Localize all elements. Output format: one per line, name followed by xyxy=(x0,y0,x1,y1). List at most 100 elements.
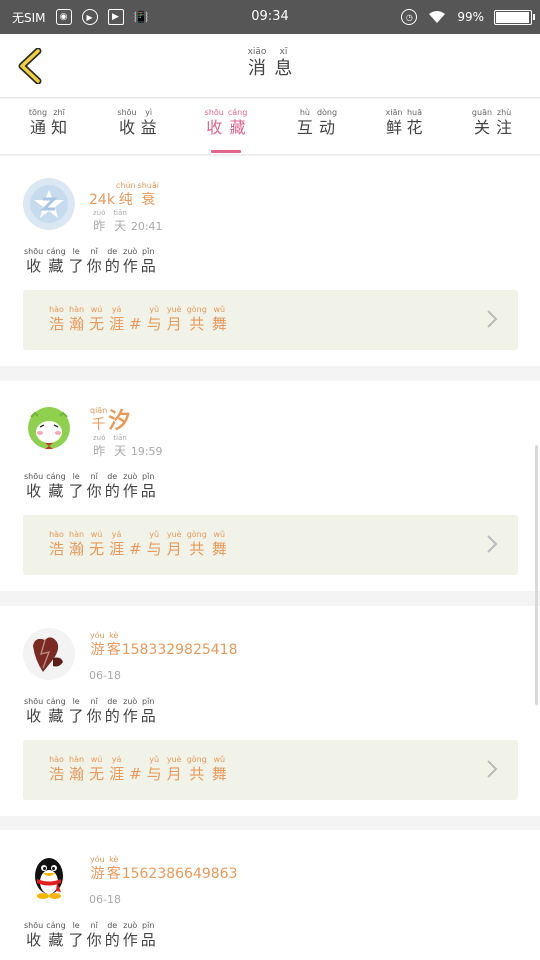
tab-word: tōng 通 xyxy=(29,107,47,138)
hanzi: 品 xyxy=(140,257,156,275)
pinyin: nǐ xyxy=(90,472,98,481)
tab-shoucang[interactable]: shōu 收 cáng 藏 xyxy=(196,107,256,153)
hanzi: 消 xyxy=(247,58,266,79)
work-link[interactable]: hào 浩 hàn 瀚 wú 无 yá 涯 # yǔ 与 yuè 月 gòng 共 wǔ 舞 xyxy=(23,515,518,575)
pinyin: yì xyxy=(145,108,153,117)
tab-hudong[interactable]: hù 互 dòng 动 xyxy=(287,107,347,153)
work-title-word: hàn 瀚 xyxy=(69,529,84,559)
hanzi: 瀚 xyxy=(69,315,85,333)
user-name-word: qiān 千 xyxy=(90,405,107,434)
hanzi: 昨 xyxy=(93,219,106,233)
work-title-word: wú 无 xyxy=(89,754,104,784)
hanzi: 衰 xyxy=(141,192,156,208)
pinyin: gòng xyxy=(186,530,207,539)
action-word: le 了 xyxy=(69,920,84,950)
pinyin: shōu xyxy=(24,921,44,930)
pinyin: le xyxy=(72,697,80,706)
hanzi: 天 xyxy=(114,219,127,233)
user-name-prefix: 24k xyxy=(89,192,115,208)
tab-bar: tōng 通 zhī 知 shōu 收 yì 益 shōu 收 cáng 藏 hù 互 dòng 动 xiān 鲜… xyxy=(0,99,540,155)
tab-xianhua[interactable]: xiān 鲜 huā 花 xyxy=(374,107,434,153)
user-name[interactable]: yóu 游 kè 客 15833298254​18 xyxy=(89,630,238,659)
pinyin: yuè xyxy=(166,530,182,539)
qzone-avatar[interactable] xyxy=(23,178,75,230)
pinyin: yǔ xyxy=(149,305,160,314)
work-title-word: hàn 瀚 xyxy=(69,754,84,784)
tab-word: zhù 注 xyxy=(496,107,512,138)
user-name[interactable]: qiān 千汐 xyxy=(89,405,130,434)
action-word: nǐ 你 xyxy=(87,471,102,501)
hanzi: 浩 xyxy=(49,315,65,333)
hanzi: # xyxy=(129,315,142,333)
work-link[interactable]: hào 浩 hàn 瀚 wú 无 yá 涯 # yǔ 与 yuè 月 gòng 共 wǔ 舞 xyxy=(23,290,518,350)
action-word: nǐ 你 xyxy=(87,920,102,950)
action-word: le 了 xyxy=(69,246,84,276)
hanzi: 游 xyxy=(90,642,105,658)
work-title-word: hào 浩 xyxy=(49,529,64,559)
tab-tongzhi[interactable]: tōng 通 zhī 知 xyxy=(18,107,78,153)
work-link[interactable]: hào 浩 hàn 瀚 wú 无 yá 涯 # yǔ 与 yuè 月 gòng 共 wǔ 舞 xyxy=(23,740,518,800)
hanzi: 月 xyxy=(166,315,182,333)
pinyin: zhù xyxy=(496,108,512,117)
pinyin: cáng xyxy=(46,697,66,706)
hanzi: 舞 xyxy=(211,765,227,783)
heart-photo-avatar[interactable] xyxy=(23,628,75,680)
hanzi: 涯 xyxy=(109,540,125,558)
pinyin: chún xyxy=(115,181,136,190)
action-word: pǐn 品 xyxy=(141,246,156,276)
hanzi: 共 xyxy=(189,765,205,783)
pinyin: yǔ xyxy=(149,755,160,764)
hanzi: 收 xyxy=(118,118,135,137)
green-cartoon-avatar[interactable] xyxy=(23,403,75,455)
tab-word: huā 花 xyxy=(406,107,422,138)
user-name-suffix: 15623866​49863 xyxy=(121,866,238,882)
tab-guanzhu[interactable]: guān 关 zhù 注 xyxy=(462,107,522,153)
hanzi: 天 xyxy=(114,444,127,458)
pinyin: wú xyxy=(90,755,103,764)
notification-card: qiān 千汐 zuó 昨 tiān 天 19:59 shōu 收 cáng 藏 le 了 nǐ 你 de 的… xyxy=(0,381,540,591)
work-title-word: gòng 共 xyxy=(187,754,207,784)
hanzi: 关 xyxy=(473,118,490,137)
user-name-suffix: 15833298254​18 xyxy=(121,642,238,658)
status-right: ◷ 99% xyxy=(401,0,535,34)
pinyin: pǐn xyxy=(142,697,155,706)
notification-card: yóu 游 kè 客 15623866​49863 06-18 shōu 收 cáng 藏 le 了… xyxy=(0,830,540,960)
qq-penguin-avatar[interactable] xyxy=(23,852,75,904)
action-word: cáng 藏 xyxy=(46,246,65,276)
hanzi: 浩 xyxy=(49,765,65,783)
time-word: zuó 昨 xyxy=(93,208,105,234)
hanzi: 益 xyxy=(140,118,157,137)
title-word: xiāo 消 xyxy=(248,47,267,80)
hanzi: 舞 xyxy=(211,540,227,558)
pinyin: de xyxy=(107,472,118,481)
hanzi: 浩 xyxy=(49,540,65,558)
scrollbar[interactable] xyxy=(535,445,538,705)
timestamp: 06-18 xyxy=(89,888,121,907)
work-title-word: yǔ 与 xyxy=(147,529,162,559)
hanzi: 收 xyxy=(206,118,223,137)
work-title: hào 浩 hàn 瀚 wú 无 yá 涯 # yǔ 与 yuè 月 gòng 共 wǔ 舞 xyxy=(49,304,232,334)
action-word: le 了 xyxy=(69,696,84,726)
work-title-word: yá 涯 xyxy=(109,754,124,784)
pinyin: le xyxy=(72,472,80,481)
tab-word: dòng 动 xyxy=(317,107,337,138)
pinyin: yá xyxy=(111,755,122,764)
user-name-word: yóu 游 xyxy=(90,854,105,883)
hanzi: 收 xyxy=(26,257,42,275)
action-word: de 的 xyxy=(105,246,120,276)
pinyin: yǔ xyxy=(149,530,160,539)
pinyin: zuò xyxy=(123,697,138,706)
tab-word: zhī 知 xyxy=(51,107,67,138)
pinyin xyxy=(129,529,142,540)
pinyin: shōu xyxy=(204,108,224,117)
pinyin: cáng xyxy=(46,921,66,930)
user-name[interactable]: yóu 游 kè 客 15623866​49863 xyxy=(89,854,238,883)
hanzi: 动 xyxy=(318,118,335,137)
user-name[interactable]: 24k chún 纯 shuǎi 衰 xyxy=(89,180,160,209)
chevron-right-icon xyxy=(486,758,498,784)
pinyin: hàn xyxy=(69,755,85,764)
tab-shouyi[interactable]: shōu 收 yì 益 xyxy=(107,107,167,153)
user-name-suffix: 汐 xyxy=(108,409,131,434)
pinyin: yóu xyxy=(90,631,105,640)
hanzi: 藏 xyxy=(48,931,64,949)
